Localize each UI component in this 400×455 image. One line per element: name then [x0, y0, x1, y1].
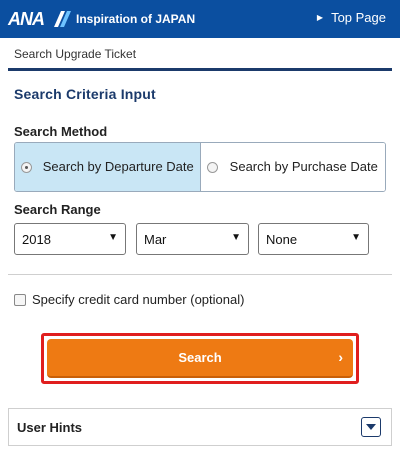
ana-logo[interactable]: ANA — [8, 9, 72, 29]
radio-button-icon[interactable] — [21, 162, 32, 173]
triangle-down-icon: ▼ — [351, 232, 361, 243]
breadcrumb: Search Upgrade Ticket — [14, 47, 137, 61]
radio-purchase-label: Search by Purchase Date — [229, 159, 378, 174]
day-value: None — [266, 231, 298, 247]
triangle-down-icon: ▼ — [108, 232, 118, 243]
top-page-label: Top Page — [331, 10, 386, 25]
month-select[interactable]: Mar ▼ — [136, 223, 249, 255]
user-hints-label: User Hints — [17, 420, 83, 435]
search-range-label: Search Range — [14, 202, 101, 217]
user-hints-accordion[interactable]: User Hints — [8, 408, 392, 446]
logo-text: ANA — [8, 9, 45, 29]
search-button-label: Search — [178, 350, 222, 365]
triangle-down-icon: ▼ — [231, 232, 241, 243]
top-page-link[interactable]: ▶ Top Page — [317, 10, 386, 26]
search-method-label: Search Method — [14, 124, 108, 139]
month-value: Mar — [144, 231, 167, 247]
radio-button-icon[interactable] — [206, 162, 218, 173]
credit-card-checkbox[interactable] — [14, 293, 26, 306]
dropdown-toggle-icon[interactable] — [361, 417, 381, 437]
credit-card-label: Specify credit card number (optional) — [32, 292, 245, 307]
section-title: Search Criteria Input — [14, 86, 156, 102]
radio-departure-label: Search by Departure Date — [42, 159, 194, 174]
search-method-radio-group: Search by Departure Date Search by Purch… — [14, 142, 386, 192]
title-rule — [8, 68, 392, 71]
site-header: ANA Inspiration of JAPAN ▶ Top Page — [0, 0, 400, 38]
section-divider — [8, 274, 392, 275]
search-button[interactable]: Search › — [47, 339, 353, 378]
day-select[interactable]: None ▼ — [258, 223, 369, 255]
logo-stripes-icon — [54, 11, 71, 27]
caret-down-icon — [366, 424, 376, 430]
triangle-right-icon: ▶ — [316, 13, 324, 22]
year-select[interactable]: 2018 ▼ — [14, 223, 126, 255]
chevron-right-icon: › — [338, 349, 343, 365]
radio-departure-date[interactable]: Search by Departure Date — [15, 143, 201, 191]
site-tagline: Inspiration of JAPAN — [76, 12, 196, 26]
year-value: 2018 — [22, 231, 51, 247]
radio-purchase-date[interactable]: Search by Purchase Date — [200, 143, 385, 191]
credit-card-option[interactable]: Specify credit card number (optional) — [14, 292, 244, 307]
